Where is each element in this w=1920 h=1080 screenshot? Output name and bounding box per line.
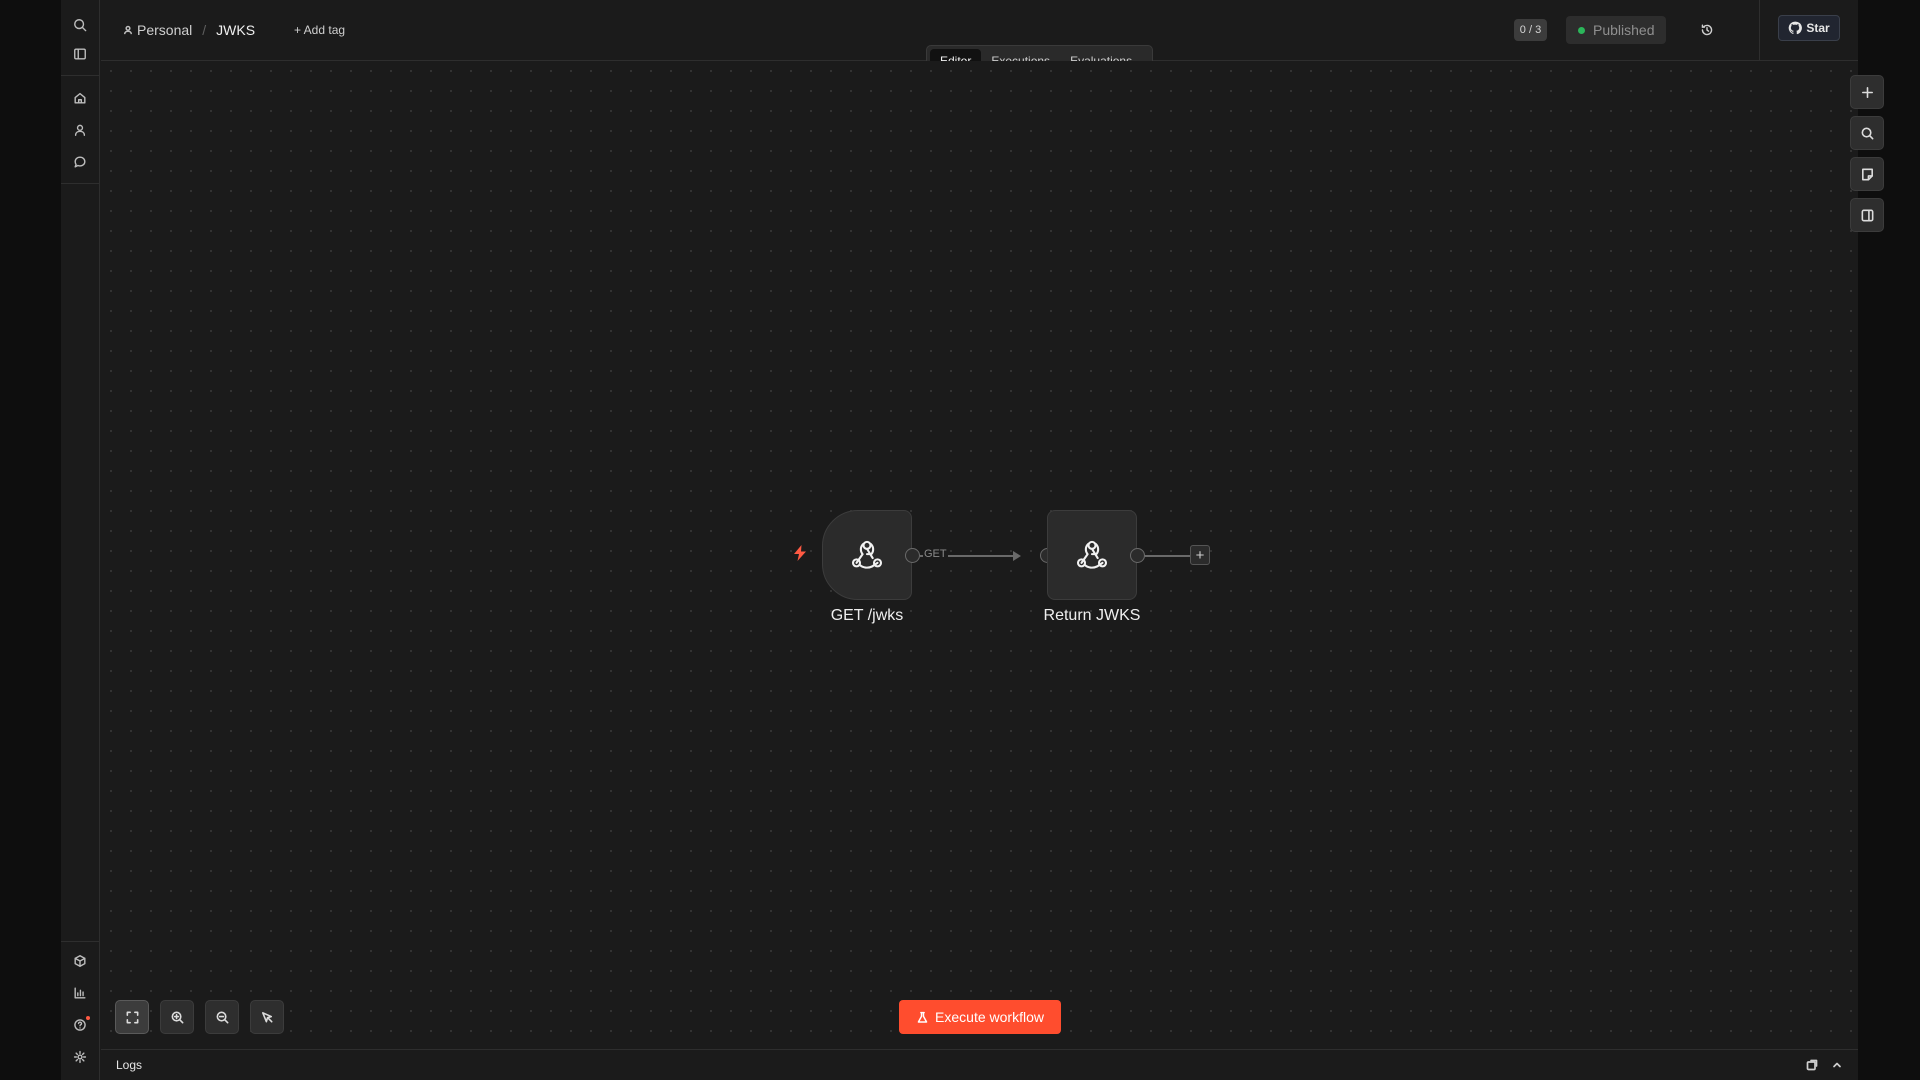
search-icon[interactable] bbox=[68, 13, 92, 37]
home-icon[interactable] bbox=[68, 86, 92, 110]
execute-workflow-label: Execute workflow bbox=[935, 1009, 1044, 1025]
panel-toggle-icon[interactable] bbox=[68, 42, 92, 66]
workflow-editor-app: Personal / JWKS + Add tag 0 / 3 Publishe… bbox=[61, 0, 1884, 1080]
output-handle[interactable] bbox=[905, 548, 920, 563]
sidebar-divider bbox=[61, 75, 100, 76]
panel-icon[interactable] bbox=[1850, 198, 1884, 232]
workflow-canvas[interactable]: GET /jwks GET Return JWKS + Execute work… bbox=[101, 61, 1884, 1049]
webhook-icon bbox=[851, 540, 883, 569]
published-status-button[interactable]: Published bbox=[1566, 16, 1666, 44]
star-label: Star bbox=[1806, 21, 1830, 35]
left-sidebar bbox=[61, 0, 100, 1080]
person-icon bbox=[123, 22, 137, 38]
zoom-out-icon[interactable] bbox=[205, 1000, 239, 1034]
execute-workflow-button[interactable]: Execute workflow bbox=[899, 1000, 1061, 1034]
workflow-name[interactable]: JWKS bbox=[216, 22, 255, 38]
sticky-note-icon[interactable] bbox=[1850, 157, 1884, 191]
breadcrumb-separator: / bbox=[202, 22, 207, 38]
breadcrumb: Personal / JWKS bbox=[123, 22, 255, 38]
header-divider bbox=[1759, 0, 1760, 60]
search-icon[interactable] bbox=[1850, 116, 1884, 150]
notification-dot bbox=[86, 1016, 90, 1020]
add-connection-line bbox=[1145, 555, 1191, 557]
pop-out-icon[interactable] bbox=[1803, 1056, 1821, 1074]
logs-title: Logs bbox=[116, 1058, 143, 1072]
connection-arrow bbox=[1013, 551, 1021, 561]
version-counter-badge[interactable]: 0 / 3 bbox=[1514, 19, 1547, 41]
chevron-up-icon[interactable] bbox=[1828, 1056, 1846, 1074]
sidebar-divider bbox=[61, 941, 100, 942]
trigger-bolt-icon bbox=[793, 545, 807, 561]
output-handle[interactable] bbox=[1130, 548, 1145, 563]
github-star-button[interactable]: Star bbox=[1778, 15, 1840, 41]
status-dot bbox=[1578, 26, 1585, 34]
add-next-node-button[interactable]: + bbox=[1190, 545, 1210, 565]
add-tag-button[interactable]: + Add tag bbox=[294, 23, 345, 37]
node-get-jwks[interactable] bbox=[822, 510, 912, 600]
pointer-icon[interactable] bbox=[250, 1000, 284, 1034]
settings-icon[interactable] bbox=[68, 1045, 92, 1069]
github-icon bbox=[1789, 21, 1803, 35]
history-icon[interactable] bbox=[1696, 19, 1718, 41]
help-icon[interactable] bbox=[68, 1013, 92, 1037]
insights-icon[interactable] bbox=[68, 981, 92, 1005]
logs-panel-bar[interactable]: Logs bbox=[101, 1049, 1858, 1080]
add-node-icon[interactable] bbox=[1850, 75, 1884, 109]
node-label-get-jwks: GET /jwks bbox=[830, 607, 904, 624]
connection-label: GET bbox=[923, 548, 948, 560]
chat-icon[interactable] bbox=[68, 150, 92, 174]
user-icon[interactable] bbox=[68, 118, 92, 142]
fit-view-icon[interactable] bbox=[115, 1000, 149, 1034]
templates-icon[interactable] bbox=[68, 949, 92, 973]
zoom-in-icon[interactable] bbox=[160, 1000, 194, 1034]
webhook-icon bbox=[1076, 540, 1108, 569]
node-label-return-jwks: Return JWKS bbox=[1043, 607, 1141, 624]
flask-icon bbox=[917, 1011, 928, 1023]
breadcrumb-project[interactable]: Personal bbox=[137, 22, 192, 38]
node-return-jwks[interactable] bbox=[1047, 510, 1137, 600]
sidebar-divider bbox=[61, 183, 100, 184]
published-label: Published bbox=[1593, 22, 1655, 38]
